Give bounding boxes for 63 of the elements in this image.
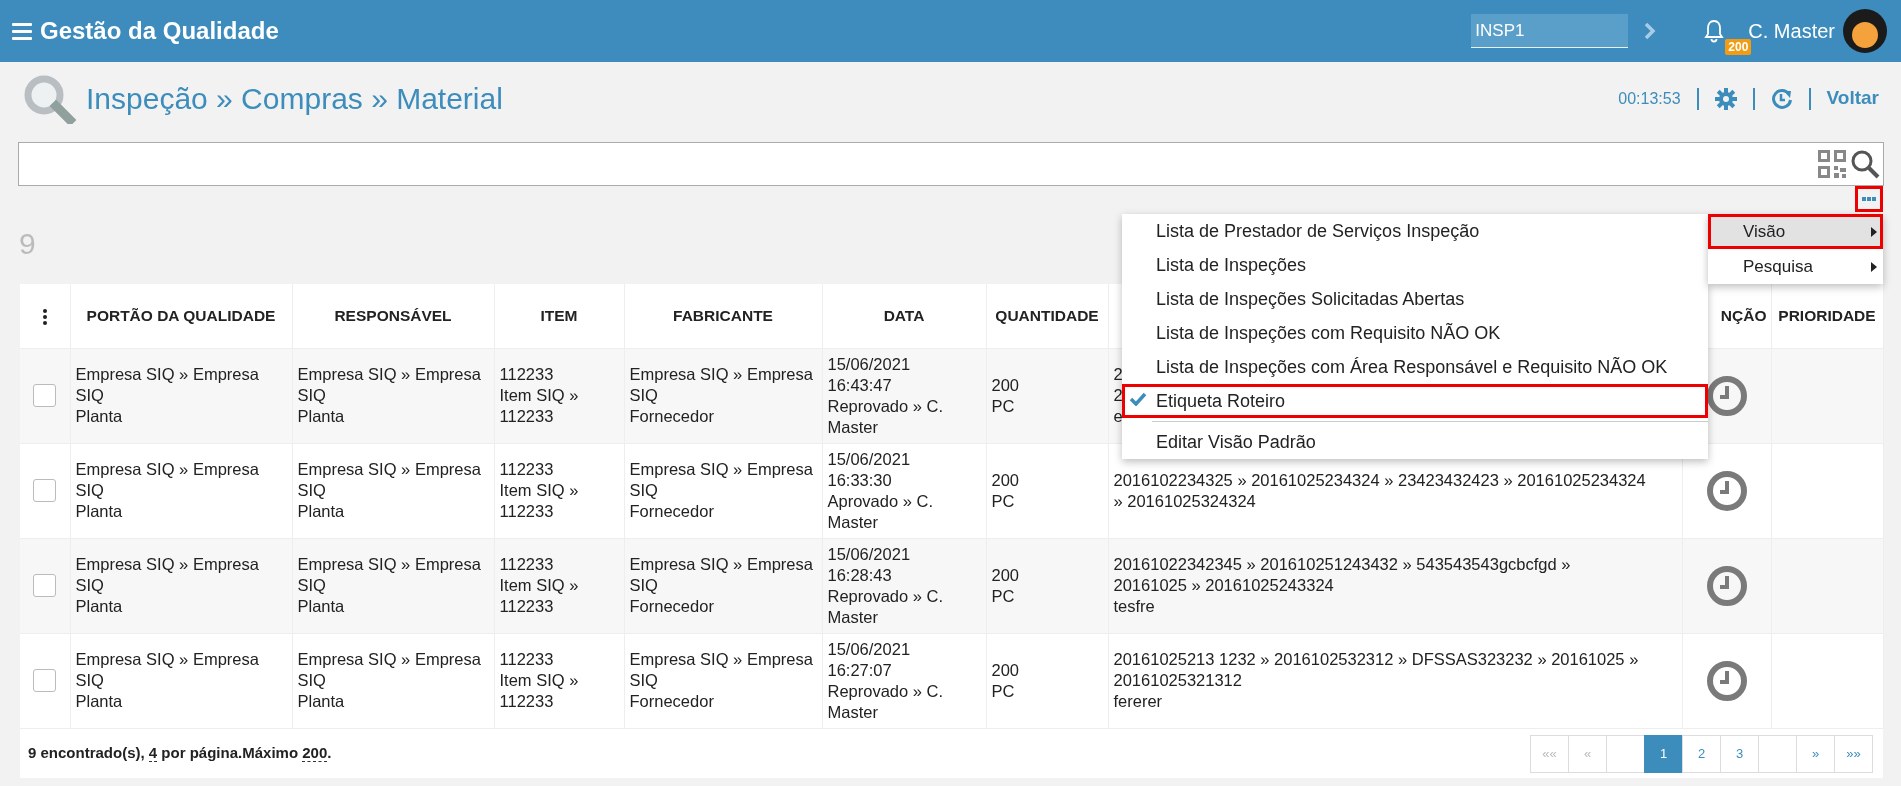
table-cell: Empresa SIQ » Empresa SIQ Planta — [292, 348, 494, 443]
notification-count: 200 — [1725, 39, 1752, 56]
menu-item[interactable]: Pesquisa — [1708, 249, 1883, 284]
table-cell: 200 PC — [986, 348, 1108, 443]
app-title: Gestão da Qualidade — [40, 16, 279, 46]
menu-icon[interactable] — [12, 22, 32, 40]
table-cell: 15/06/2021 16:43:47 Reprovado » C. Master — [822, 348, 986, 443]
search-icon — [22, 73, 78, 124]
avatar-icon[interactable] — [1843, 9, 1887, 53]
caret-icon — [1871, 226, 1877, 237]
table-cell: 20161022342345 » 201610251243432 » 543543543gcbcfgd » 20161025 » 20161025243324 tesfre — [1108, 538, 1682, 633]
column-header[interactable]: QUANTIDADE — [995, 307, 1099, 325]
search-field[interactable] — [18, 142, 1884, 186]
kebab-icon[interactable] — [42, 309, 47, 326]
clock-icon[interactable] — [1705, 469, 1748, 512]
page-size-link[interactable]: 200 — [302, 744, 328, 763]
column-header[interactable]: PORTÃO DA QUALIDADE — [86, 307, 276, 325]
menu-item[interactable]: Lista de Inspeções com Requisito NÃO OK — [1122, 316, 1708, 350]
row-checkbox[interactable] — [33, 574, 57, 597]
row-checkbox[interactable] — [33, 479, 57, 502]
results-summary: 9 encontrado(s), 4 por página.Máximo 200. — [28, 743, 332, 765]
column-header[interactable]: PRIORIDADE — [1778, 307, 1876, 325]
menu-item[interactable]: Lista de Inspeções — [1122, 248, 1708, 282]
table-cell: Empresa SIQ » Empresa SIQ Planta — [292, 538, 494, 633]
table-cell: Empresa SIQ » Empresa SIQ Fornecedor — [624, 538, 822, 633]
chevron-right-icon[interactable] — [1644, 22, 1657, 40]
table-cell: Empresa SIQ » Empresa SIQ Planta — [70, 538, 292, 633]
page-button[interactable]: 2 — [1682, 734, 1721, 773]
history-icon[interactable] — [1770, 87, 1793, 110]
breadcrumb: Inspeção » Compras » Material — [86, 81, 503, 117]
page-nav-button[interactable]: » — [1796, 734, 1835, 773]
table-cell: 200 PC — [986, 538, 1108, 633]
page-button[interactable]: 1 — [1644, 734, 1683, 773]
table-cell: 112233 Item SIQ » 112233 — [494, 348, 624, 443]
column-header[interactable]: ITEM — [540, 307, 578, 325]
more-button[interactable] — [1855, 186, 1883, 212]
qr-code-icon[interactable] — [1818, 150, 1846, 178]
row-checkbox[interactable] — [33, 669, 57, 693]
clock-icon[interactable] — [1705, 659, 1748, 702]
menu-item[interactable]: Lista de Inspeções Solicitadas Abertas — [1122, 282, 1708, 316]
caret-icon — [1871, 261, 1877, 272]
column-header[interactable]: DATA — [883, 307, 925, 325]
table-cell: 15/06/2021 16:28:43 Reprovado » C. Master — [822, 538, 986, 633]
column-header[interactable]: RESPONSÁVEL — [334, 307, 452, 325]
session-timer: 00:13:53 — [1618, 88, 1681, 109]
search-icon[interactable] — [1850, 149, 1880, 179]
page-button[interactable] — [1606, 734, 1645, 773]
page-button[interactable]: 3 — [1720, 734, 1759, 773]
table-cell: 112233 Item SIQ » 112233 — [494, 538, 624, 633]
column-header[interactable]: FABRICANTE — [673, 307, 773, 325]
clock-icon[interactable] — [1705, 374, 1748, 417]
clock-icon[interactable] — [1705, 564, 1748, 607]
dots-icon — [1862, 197, 1876, 201]
menu-item[interactable]: Lista de Prestador de Serviços Inspeção — [1122, 214, 1708, 248]
column-header[interactable]: NÇÃO — [1720, 307, 1767, 325]
page-nav-button[interactable]: »» — [1834, 734, 1873, 773]
bell-icon[interactable] — [1704, 19, 1725, 44]
row-checkbox[interactable] — [33, 384, 57, 407]
page-size-link[interactable]: 4 — [148, 744, 158, 763]
table-cell: Empresa SIQ » Empresa SIQ Planta — [70, 348, 292, 443]
table-cell: Empresa SIQ » Empresa SIQ Fornecedor — [624, 348, 822, 443]
check-icon — [1129, 392, 1147, 406]
menu-item[interactable]: Visão — [1708, 214, 1883, 249]
